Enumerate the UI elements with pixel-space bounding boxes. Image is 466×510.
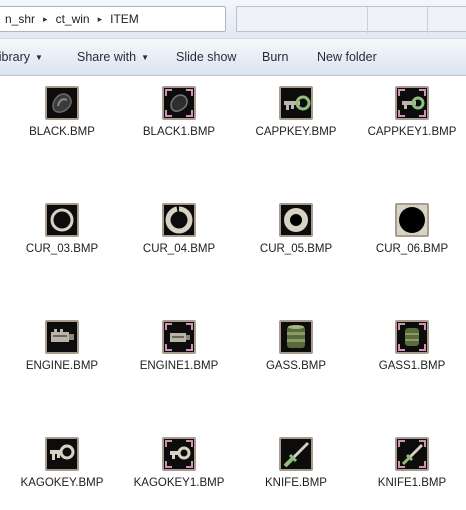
cursor-ring-icon [45, 203, 79, 237]
dropdown-arrow-icon: ▼ [141, 53, 149, 62]
breadcrumb[interactable]: n_shr ▸ ct_win ▸ ITEM [0, 6, 226, 32]
knife-icon [279, 437, 313, 471]
chevron-right-icon[interactable]: ▸ [93, 14, 108, 25]
key-selected-icon [162, 437, 196, 471]
file-name: KAGOKEY.BMP [20, 477, 104, 489]
file-item[interactable]: ENGINE.BMP [4, 315, 120, 375]
breadcrumb-item-item[interactable]: ITEM [107, 12, 142, 26]
gas-can-selected-icon [395, 320, 429, 354]
file-item[interactable]: KNIFE.BMP [238, 432, 354, 492]
toolbar-label: Slide show [176, 50, 237, 64]
file-item[interactable]: KAGOKEY1.BMP [121, 432, 237, 492]
breadcrumb-item-n-shr[interactable]: n_shr [2, 12, 38, 26]
search-box[interactable] [236, 6, 466, 33]
key-icon [279, 86, 313, 120]
file-name: CUR_05.BMP [259, 243, 333, 255]
black-blob-icon [45, 86, 79, 120]
file-name: BLACK1.BMP [142, 126, 216, 138]
file-name: CAPPKEY.BMP [255, 126, 337, 138]
toolbar-label: Share with [77, 50, 137, 64]
key-selected-icon [395, 86, 429, 120]
file-name: CUR_06.BMP [375, 243, 449, 255]
toolbar-label: library [0, 50, 31, 64]
file-item[interactable]: CAPPKEY.BMP [238, 81, 354, 141]
cursor-ring-icon [162, 203, 196, 237]
file-name: CUR_04.BMP [142, 243, 216, 255]
chevron-right-icon[interactable]: ▸ [38, 14, 53, 25]
file-name: KAGOKEY1.BMP [133, 477, 225, 489]
burn-button[interactable]: Burn [262, 39, 288, 75]
file-item[interactable]: CUR_05.BMP [238, 198, 354, 258]
divider [427, 7, 428, 33]
file-item[interactable]: BLACK.BMP [4, 81, 120, 141]
file-name: ENGINE.BMP [25, 360, 99, 372]
share-with-button[interactable]: Share with ▼ [77, 39, 149, 75]
file-list-view[interactable]: BLACK.BMP BLACK1.BMP CAPPKEY.BMP CAPPKEY… [0, 76, 466, 510]
file-item[interactable]: CUR_03.BMP [4, 198, 120, 258]
command-toolbar: library ▼ Share with ▼ Slide show Burn New… [0, 38, 466, 76]
engine-icon [45, 320, 79, 354]
cursor-ring-icon [395, 203, 429, 237]
file-name: GASS.BMP [265, 360, 327, 372]
file-item[interactable]: KAGOKEY.BMP [4, 432, 120, 492]
cursor-ring-icon [279, 203, 313, 237]
toolbar-label: Burn [262, 50, 289, 64]
gas-can-icon [279, 320, 313, 354]
file-item[interactable]: CAPPKEY1.BMP [354, 81, 466, 141]
file-item[interactable]: ENGINE1.BMP [121, 315, 237, 375]
slide-show-button[interactable]: Slide show [176, 39, 236, 75]
file-name: KNIFE1.BMP [377, 477, 447, 489]
address-bar: n_shr ▸ ct_win ▸ ITEM [0, 0, 466, 38]
file-item[interactable]: CUR_06.BMP [354, 198, 466, 258]
key-icon [45, 437, 79, 471]
dropdown-arrow-icon: ▼ [35, 53, 43, 62]
black-blob-selected-icon [162, 86, 196, 120]
engine-selected-icon [162, 320, 196, 354]
file-item[interactable]: CUR_04.BMP [121, 198, 237, 258]
file-name: CUR_03.BMP [25, 243, 99, 255]
knife-selected-icon [395, 437, 429, 471]
toolbar-label: New folder [317, 50, 377, 64]
file-name: ENGINE1.BMP [139, 360, 219, 372]
file-item[interactable]: GASS1.BMP [354, 315, 466, 375]
file-item[interactable]: KNIFE1.BMP [354, 432, 466, 492]
file-name: BLACK.BMP [29, 126, 95, 138]
file-name: CAPPKEY1.BMP [367, 126, 457, 138]
file-name: KNIFE.BMP [265, 477, 327, 489]
new-folder-button[interactable]: New folder [317, 39, 377, 75]
file-item[interactable]: BLACK1.BMP [121, 81, 237, 141]
divider [367, 7, 368, 33]
include-in-library-button[interactable]: library ▼ [0, 39, 43, 75]
breadcrumb-item-ct-win[interactable]: ct_win [53, 12, 93, 26]
file-name: GASS1.BMP [378, 360, 446, 372]
file-item[interactable]: GASS.BMP [238, 315, 354, 375]
